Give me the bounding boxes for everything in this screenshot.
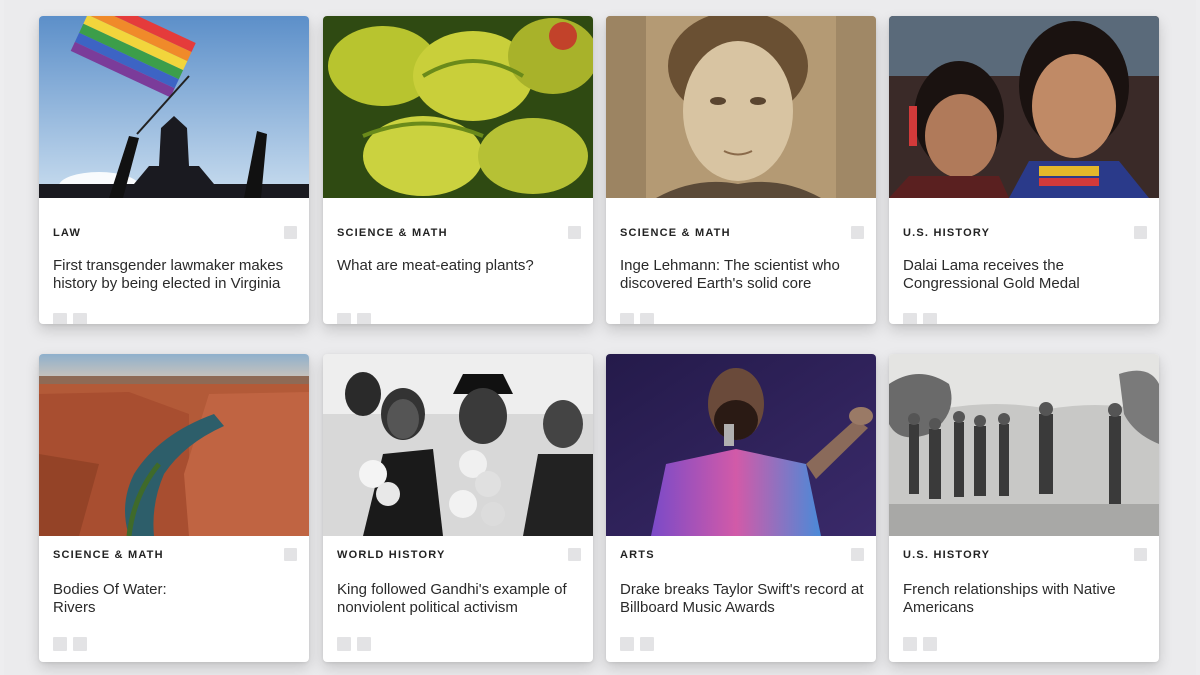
placeholder-icon[interactable]: [357, 313, 371, 324]
article-title[interactable]: Inge Lehmann: The scientist who discover…: [620, 257, 868, 293]
placeholder-icon[interactable]: [53, 637, 67, 651]
performer-photo: [606, 354, 876, 536]
placeholder-icon[interactable]: [640, 313, 654, 324]
article-category: WORLD HISTORY: [337, 549, 446, 561]
article-category: SCIENCE & MATH: [53, 549, 164, 561]
article-thumbnail[interactable]: [39, 354, 309, 536]
historical-engraving: [889, 354, 1159, 536]
article-actions: [620, 637, 654, 651]
bookmark-icon[interactable]: [851, 548, 864, 561]
placeholder-icon[interactable]: [923, 637, 937, 651]
rainbow-flag-photo: [39, 16, 309, 198]
article-card[interactable]: LAW First transgender lawmaker makes his…: [39, 16, 309, 324]
bookmark-icon[interactable]: [568, 548, 581, 561]
article-card[interactable]: WORLD HISTORY King followed Gandhi's exa…: [323, 354, 593, 662]
article-thumbnail[interactable]: [323, 16, 593, 198]
article-title[interactable]: Drake breaks Taylor Swift's record at Bi…: [620, 581, 868, 617]
article-title[interactable]: First transgender lawmaker makes history…: [53, 257, 301, 293]
article-card[interactable]: U.S. HISTORY Dalai Lama receives the Con…: [889, 16, 1159, 324]
article-title[interactable]: King followed Gandhi's example of nonvio…: [337, 581, 585, 617]
article-category: U.S. HISTORY: [903, 549, 991, 561]
article-thumbnail[interactable]: [606, 16, 876, 198]
article-title[interactable]: What are meat-eating plants?: [337, 257, 585, 275]
article-actions: [620, 313, 654, 324]
venus-flytrap-photo: [323, 16, 593, 198]
placeholder-icon[interactable]: [923, 313, 937, 324]
bookmark-icon[interactable]: [1134, 548, 1147, 561]
article-thumbnail[interactable]: [39, 16, 309, 198]
article-title[interactable]: Dalai Lama receives the Congressional Go…: [903, 257, 1151, 293]
placeholder-icon[interactable]: [357, 637, 371, 651]
article-actions: [53, 637, 87, 651]
bookmark-icon[interactable]: [851, 226, 864, 239]
canyon-river-photo: [39, 354, 309, 536]
article-thumbnail[interactable]: [889, 354, 1159, 536]
children-photo: [889, 16, 1159, 198]
article-title[interactable]: Bodies Of Water: Rivers: [53, 581, 301, 617]
placeholder-icon[interactable]: [337, 313, 351, 324]
article-card[interactable]: SCIENCE & MATH Bodies Of Water: Rivers: [39, 354, 309, 662]
article-actions: [903, 637, 937, 651]
placeholder-icon[interactable]: [903, 313, 917, 324]
article-category: ARTS: [620, 549, 655, 561]
bookmark-icon[interactable]: [284, 226, 297, 239]
article-card[interactable]: ARTS Drake breaks Taylor Swift's record …: [606, 354, 876, 662]
article-grid: LAW First transgender lawmaker makes his…: [4, 0, 1196, 675]
article-thumbnail[interactable]: [606, 354, 876, 536]
placeholder-icon[interactable]: [73, 313, 87, 324]
bookmark-icon[interactable]: [568, 226, 581, 239]
placeholder-icon[interactable]: [53, 313, 67, 324]
placeholder-icon[interactable]: [620, 313, 634, 324]
placeholder-icon[interactable]: [640, 637, 654, 651]
placeholder-icon[interactable]: [903, 637, 917, 651]
bookmark-icon[interactable]: [1134, 226, 1147, 239]
article-category: LAW: [53, 227, 82, 239]
article-category: SCIENCE & MATH: [620, 227, 731, 239]
article-category: U.S. HISTORY: [903, 227, 991, 239]
article-title[interactable]: French relationships with Native America…: [903, 581, 1151, 617]
article-card[interactable]: SCIENCE & MATH What are meat-eating plan…: [323, 16, 593, 324]
article-category: SCIENCE & MATH: [337, 227, 448, 239]
portrait-photo: [606, 16, 876, 198]
article-actions: [337, 313, 371, 324]
article-thumbnail[interactable]: [323, 354, 593, 536]
article-thumbnail[interactable]: [889, 16, 1159, 198]
placeholder-icon[interactable]: [73, 637, 87, 651]
crowd-garlands-photo: [323, 354, 593, 536]
placeholder-icon[interactable]: [337, 637, 351, 651]
article-card[interactable]: SCIENCE & MATH Inge Lehmann: The scienti…: [606, 16, 876, 324]
article-card[interactable]: U.S. HISTORY French relationships with N…: [889, 354, 1159, 662]
placeholder-icon[interactable]: [620, 637, 634, 651]
bookmark-icon[interactable]: [284, 548, 297, 561]
article-actions: [903, 313, 937, 324]
article-actions: [53, 313, 87, 324]
article-actions: [337, 637, 371, 651]
